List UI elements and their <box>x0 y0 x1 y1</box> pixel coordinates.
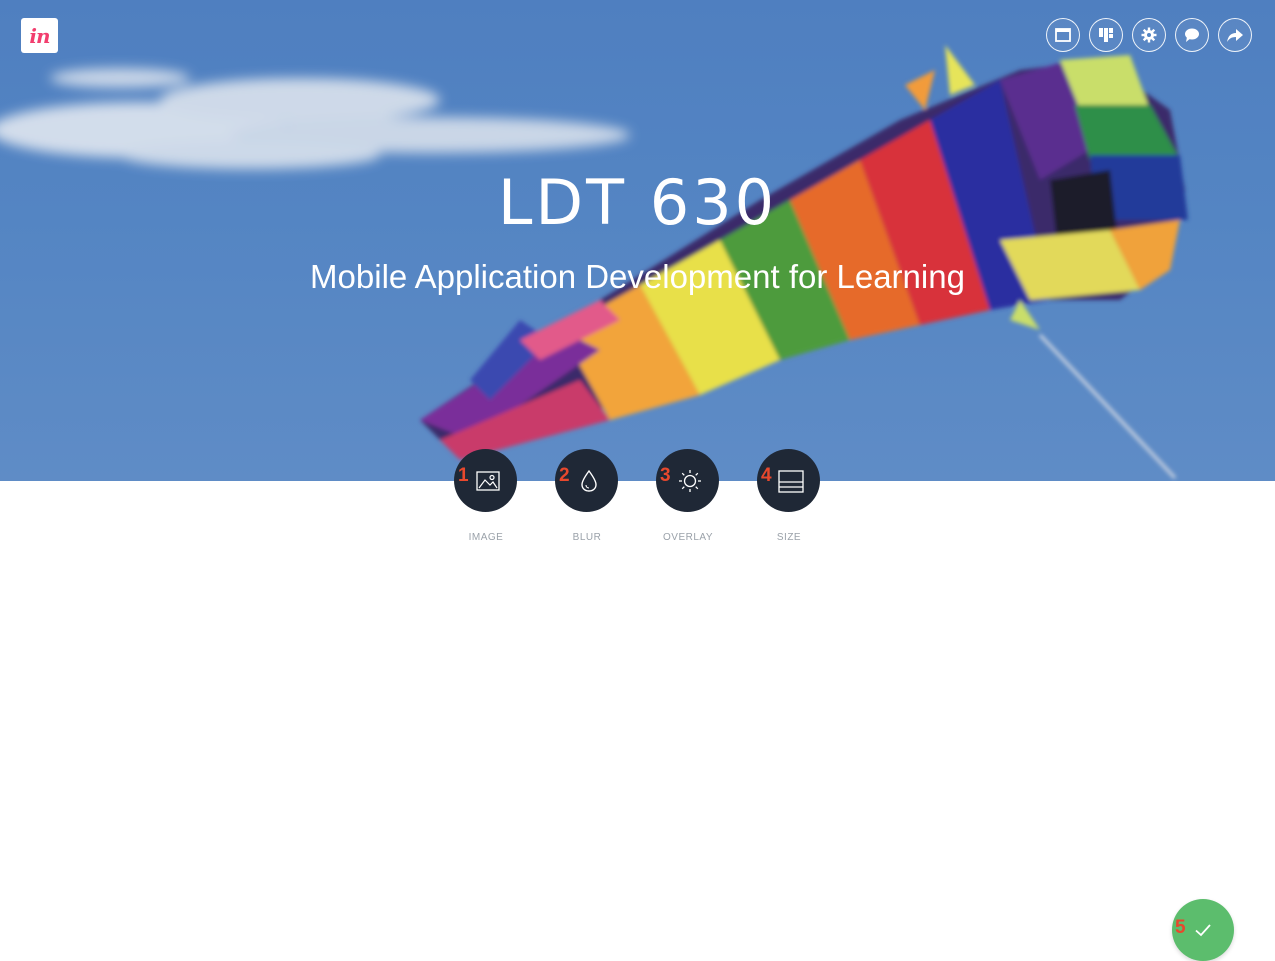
hero-banner: in LDT 630 Mobile Application Developmen… <box>0 0 1275 481</box>
gear-icon <box>1141 27 1157 43</box>
layout-grid-icon <box>1099 28 1113 42</box>
settings-button[interactable] <box>1132 18 1166 52</box>
image-tool-label: IMAGE <box>468 532 504 543</box>
window-icon <box>1055 28 1071 42</box>
step-number: 1 <box>458 465 469 486</box>
overlay-tool-label: OVERLAY <box>663 532 713 543</box>
share-button[interactable] <box>1218 18 1252 52</box>
size-tool-button[interactable]: 4 <box>757 449 820 512</box>
hero-subtitle: Mobile Application Development for Learn… <box>310 258 965 295</box>
blur-tool-button[interactable]: 2 <box>555 449 618 512</box>
header-tools-toolbar: 1 IMAGE 2 BLUR 3 OVERLAY 4 SIZE 5 <box>0 449 1275 961</box>
confirm-button[interactable]: 5 <box>1172 899 1234 961</box>
size-tool-label: SIZE <box>776 532 802 543</box>
comments-button[interactable] <box>1175 18 1209 52</box>
invision-logo[interactable]: in <box>21 18 58 53</box>
logo-text: in <box>29 23 50 48</box>
image-tool[interactable]: 1 IMAGE <box>454 449 518 543</box>
window-preview-button[interactable] <box>1046 18 1080 52</box>
sun-icon <box>678 469 701 492</box>
top-action-bar <box>1046 18 1252 52</box>
overlay-tool[interactable]: 3 OVERLAY <box>656 449 720 543</box>
step-number: 3 <box>660 465 671 486</box>
image-tool-button[interactable]: 1 <box>454 449 517 512</box>
hero-background-image <box>0 45 1188 480</box>
check-icon <box>1195 924 1211 937</box>
share-arrow-icon <box>1227 29 1243 42</box>
step-number: 2 <box>559 465 570 486</box>
overlay-tool-button[interactable]: 3 <box>656 449 719 512</box>
comment-icon <box>1185 28 1199 42</box>
step-number: 4 <box>761 465 772 486</box>
hero-title: LDT 630 <box>497 166 778 239</box>
step-number: 5 <box>1175 917 1186 938</box>
layout-button[interactable] <box>1089 18 1123 52</box>
blur-tool-label: BLUR <box>572 532 602 543</box>
drop-icon <box>580 469 597 492</box>
blur-tool[interactable]: 2 BLUR <box>555 449 619 543</box>
size-tool[interactable]: 4 SIZE <box>757 449 821 543</box>
image-icon <box>475 470 500 491</box>
size-icon <box>777 469 804 493</box>
